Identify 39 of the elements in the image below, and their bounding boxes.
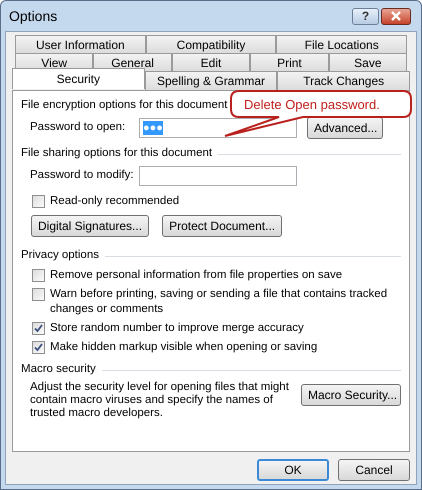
tab[interactable]: Security — [12, 68, 145, 89]
window-title: Options — [9, 6, 58, 26]
close-icon — [390, 11, 402, 21]
dialog-button[interactable]: OK — [257, 459, 329, 481]
close-button[interactable] — [381, 8, 411, 24]
section-heading: Macro security — [21, 362, 96, 378]
macro-description: Adjust the security level for opening files that might contain macro viruses and specify the names of trusted macro developers. — [30, 381, 290, 420]
checkbox-label: Make hidden markup visible when opening or saving — [50, 340, 318, 355]
checkbox-label: Remove personal information from file properties on save — [50, 268, 342, 283]
callout-text: Delete Open password. — [244, 96, 380, 114]
tab[interactable]: Track Changes — [277, 71, 410, 90]
button[interactable]: Digital Signatures... — [31, 215, 150, 237]
field-label: Password to open: — [30, 120, 126, 136]
tab[interactable]: Spelling & Grammar — [144, 71, 278, 90]
checkbox[interactable] — [32, 288, 45, 301]
tab[interactable]: Save — [328, 53, 408, 71]
tab[interactable]: User Information — [15, 35, 146, 53]
checkbox-label: Store random number to improve merge accuracy — [50, 321, 304, 336]
button[interactable]: Macro Security... — [301, 384, 401, 406]
checkbox-label: Warn before printing, saving or sending a file that contains tracked changes or comments — [50, 287, 388, 317]
button[interactable]: Advanced... — [307, 117, 383, 139]
section-heading: File encryption options for this document — [21, 98, 228, 114]
tab[interactable]: Compatibility — [146, 35, 276, 53]
button[interactable]: Protect Document... — [162, 215, 282, 237]
tab[interactable]: Edit — [172, 53, 250, 71]
dialog-button[interactable]: Cancel — [338, 459, 410, 481]
checkbox[interactable] — [32, 195, 45, 208]
checkbox[interactable] — [32, 322, 45, 335]
help-button[interactable]: ? — [352, 8, 379, 24]
tab[interactable]: File Locations — [276, 35, 408, 53]
section-heading: Privacy options — [21, 248, 99, 264]
checkbox[interactable] — [32, 269, 45, 282]
section-heading: File sharing options for this document — [21, 146, 212, 162]
password-field[interactable] — [139, 166, 297, 186]
tab[interactable]: Print — [250, 53, 329, 71]
password-dots: ●●● — [143, 121, 163, 135]
checkbox[interactable] — [32, 341, 45, 354]
field-label: Password to modify: — [30, 168, 135, 184]
checkbox-label: Read-only recommended — [50, 194, 180, 209]
